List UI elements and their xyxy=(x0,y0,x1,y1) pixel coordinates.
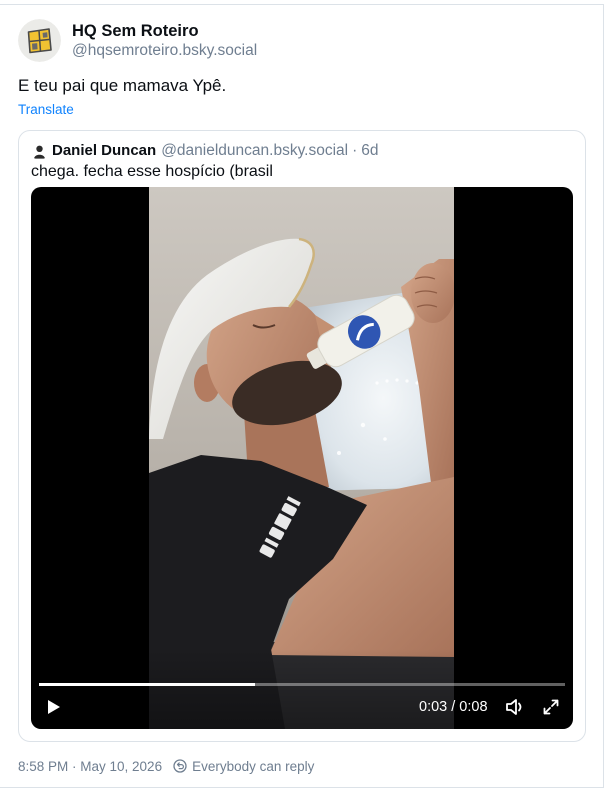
reply-setting-button[interactable]: Everybody can reply xyxy=(192,759,314,774)
quoted-author-display-name[interactable]: Daniel Duncan xyxy=(52,142,156,159)
reply-icon-circle xyxy=(173,759,187,773)
play-button[interactable] xyxy=(43,696,65,718)
quoted-post-age[interactable]: 6d xyxy=(361,142,378,159)
video-progress-bar[interactable] xyxy=(39,683,565,686)
post-footer: 8:58 PM · May 10, 2026 Everybody can rep… xyxy=(18,757,314,775)
reflection-dot xyxy=(360,422,366,428)
reply-icon-arrow xyxy=(176,762,185,770)
avatar-figure-head xyxy=(36,145,43,152)
volume-icon xyxy=(506,699,522,715)
fullscreen-icon xyxy=(543,699,559,715)
post-text: E teu pai que mamava Ypê. xyxy=(18,76,227,95)
quoted-post-text: chega. fecha esse hospício (brasil xyxy=(31,163,273,180)
logo-dark-panel-left xyxy=(32,43,38,50)
bottom-divider xyxy=(0,787,604,788)
daniel-duncan-avatar xyxy=(31,143,48,160)
quoted-post-card[interactable]: Daniel Duncan @danielduncan.bsky.social · 6… xyxy=(18,130,586,742)
volume-icon-wave xyxy=(518,702,522,712)
top-divider xyxy=(0,4,604,5)
reflection-dot xyxy=(385,379,389,383)
everybody-can-reply-icon xyxy=(173,759,187,773)
reflection-dot xyxy=(383,437,387,441)
fullscreen-button[interactable] xyxy=(540,696,562,718)
controls-gradient xyxy=(31,649,573,729)
quoted-author-handle[interactable]: @danielduncan.bsky.social xyxy=(161,142,348,159)
reflection-dot xyxy=(395,378,399,382)
video-frame-image xyxy=(149,187,454,729)
hand xyxy=(411,263,454,323)
reflection-dot xyxy=(337,451,341,455)
quoted-post-meta: Daniel Duncan @danielduncan.bsky.social · 6… xyxy=(52,141,379,161)
reflection-dot xyxy=(375,381,379,385)
play-icon xyxy=(48,700,60,714)
mute-button[interactable] xyxy=(504,696,526,718)
author-handle[interactable]: @hqsemroteiro.bsky.social xyxy=(72,41,257,61)
logo-dark-panel-right xyxy=(42,32,48,38)
video-progress-fill xyxy=(39,683,255,686)
right-divider xyxy=(603,4,604,788)
video-player[interactable]: 0:03 / 0:08 xyxy=(31,187,573,729)
play-icon-shape xyxy=(48,700,60,714)
fullscreen-icon-arrows xyxy=(543,699,559,715)
reflection-dot xyxy=(405,379,409,383)
avatar[interactable] xyxy=(18,19,61,62)
hq-sem-roteiro-logo-avatar xyxy=(18,19,61,62)
volume-icon-speaker xyxy=(506,699,517,715)
translate-link[interactable]: Translate xyxy=(18,101,74,119)
post-timestamp: 8:58 PM · May 10, 2026 xyxy=(18,758,163,774)
meta-separator: · xyxy=(352,142,358,159)
author-display-name[interactable]: HQ Sem Roteiro xyxy=(72,21,199,41)
video-time: 0:03 / 0:08 xyxy=(419,699,488,715)
quoted-author-avatar[interactable] xyxy=(31,143,48,160)
